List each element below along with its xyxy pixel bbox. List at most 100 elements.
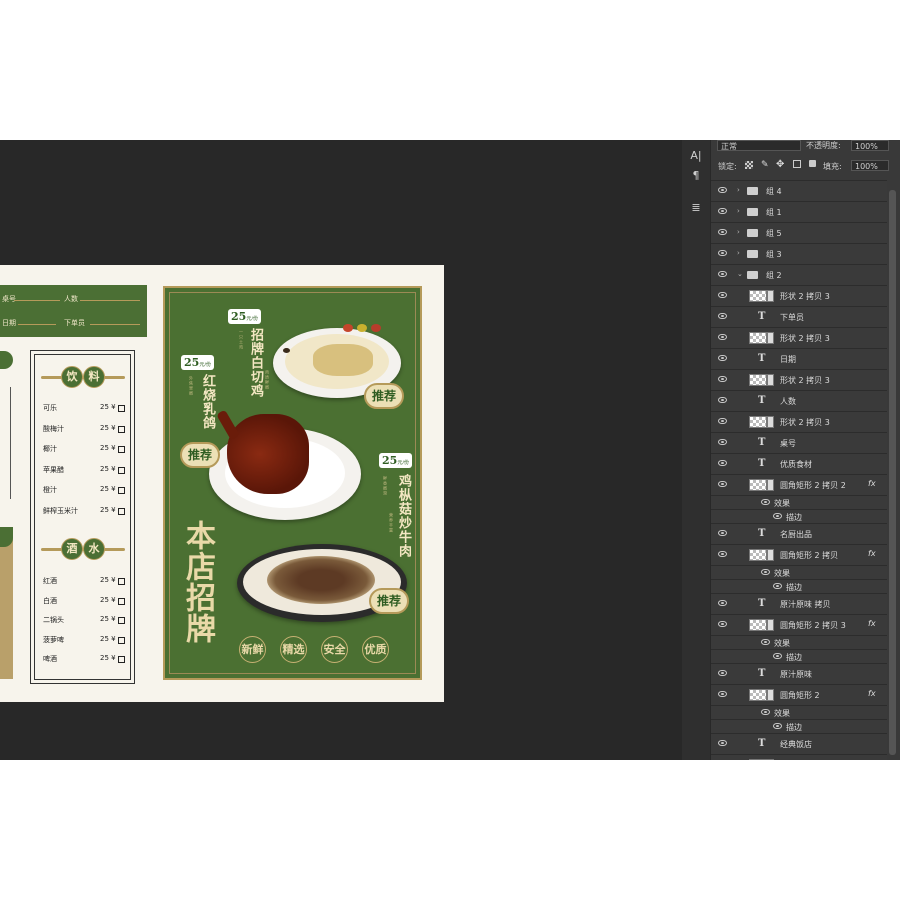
fx-icon[interactable]: fx	[868, 479, 876, 488]
layer-name: 优质食材	[780, 460, 812, 469]
fill-input[interactable]: 100%	[851, 160, 889, 171]
layer-row[interactable]: 圆角矩形 2 拷贝 2 fx	[711, 474, 887, 496]
effect-eye-icon[interactable]	[773, 513, 782, 519]
visibility-eye-icon[interactable]	[718, 271, 727, 277]
lock-all-icon[interactable]	[809, 160, 816, 167]
layer-row[interactable]: T 原汁原味 拷贝	[711, 593, 887, 615]
fx-icon[interactable]: fx	[868, 759, 876, 760]
effect-eye-icon[interactable]	[761, 709, 770, 715]
effect-eye-icon[interactable]	[761, 569, 770, 575]
visibility-eye-icon[interactable]	[718, 292, 727, 298]
blend-mode-select[interactable]: 正常	[717, 140, 801, 151]
chevron-right-icon[interactable]: ›	[737, 186, 740, 194]
text-layer-icon: T	[758, 437, 766, 448]
fx-icon[interactable]: fx	[868, 549, 876, 558]
layer-name: 经典饭店	[780, 740, 812, 749]
visibility-eye-icon[interactable]	[718, 600, 727, 606]
visibility-eye-icon[interactable]	[718, 530, 727, 536]
layer-row[interactable]: T 经典饭店	[711, 733, 887, 755]
visibility-eye-icon[interactable]	[718, 334, 727, 340]
lock-label: 锁定:	[718, 162, 737, 171]
visibility-eye-icon[interactable]	[718, 250, 727, 256]
character-icon[interactable]: A|	[688, 148, 704, 164]
layer-row[interactable]: 描边	[711, 579, 887, 594]
drink-price: 25 ¥	[100, 444, 116, 452]
effect-eye-icon[interactable]	[761, 499, 770, 505]
visibility-eye-icon[interactable]	[718, 460, 727, 466]
visibility-eye-icon[interactable]	[718, 418, 727, 424]
layer-row[interactable]: T 原汁原味	[711, 663, 887, 685]
chicken	[313, 344, 373, 376]
visibility-eye-icon[interactable]	[718, 397, 727, 403]
layers-scrollbar[interactable]	[889, 190, 896, 755]
layer-row[interactable]: T 名厨出品	[711, 523, 887, 545]
layer-row[interactable]: 效果	[711, 495, 887, 510]
visibility-eye-icon[interactable]	[718, 621, 727, 627]
visibility-eye-icon[interactable]	[718, 740, 727, 746]
chevron-right-icon[interactable]: ›	[737, 228, 740, 236]
visibility-eye-icon[interactable]	[718, 376, 727, 382]
layer-row[interactable]: 描边	[711, 649, 887, 664]
layer-row[interactable]: 形状 2 拷贝 3	[711, 411, 887, 433]
layer-row[interactable]: 形状 2 拷贝 3	[711, 327, 887, 349]
layer-row[interactable]: 圆角矩形 2 拷贝 3 fx	[711, 614, 887, 636]
order-checkbox	[118, 466, 125, 474]
layer-row[interactable]: 圆角矩形 2 fx	[711, 684, 887, 706]
visibility-eye-icon[interactable]	[718, 670, 727, 676]
visibility-eye-icon[interactable]	[718, 551, 727, 557]
paragraph-icon[interactable]: ¶	[688, 168, 704, 184]
fx-icon[interactable]: fx	[868, 689, 876, 698]
layer-row[interactable]: 效果	[711, 705, 887, 720]
visibility-eye-icon[interactable]	[718, 313, 727, 319]
visibility-eye-icon[interactable]	[718, 229, 727, 235]
layer-row[interactable]: › 组 3	[711, 243, 887, 265]
layer-row[interactable]: T 日期	[711, 348, 887, 370]
layer-row[interactable]: 椭圆 2 拷贝 3fx	[711, 754, 887, 760]
visibility-eye-icon[interactable]	[718, 355, 727, 361]
chevron-right-icon[interactable]: ›	[737, 207, 740, 215]
visibility-eye-icon[interactable]	[718, 691, 727, 697]
layer-row[interactable]: 效果	[711, 635, 887, 650]
chevron-down-icon[interactable]: ⌄	[737, 270, 743, 278]
effect-eye-icon[interactable]	[773, 723, 782, 729]
effect-eye-icon[interactable]	[773, 653, 782, 659]
layer-row[interactable]: 形状 2 拷贝 3	[711, 285, 887, 307]
layer-row[interactable]: ⌄ 组 2	[711, 264, 887, 286]
layer-row[interactable]: › 组 5	[711, 222, 887, 244]
layer-row[interactable]: T 优质食材	[711, 453, 887, 475]
drink-price: 25 ¥	[100, 423, 116, 432]
layer-name: 圆角矩形 2 拷贝 2	[780, 481, 846, 490]
layer-name: 形状 2 拷贝 3	[780, 334, 830, 343]
layer-row[interactable]: 圆角矩形 2 拷贝 fx	[711, 544, 887, 566]
lock-transparent-icon[interactable]	[745, 161, 753, 169]
visibility-eye-icon[interactable]	[718, 208, 727, 214]
layer-row[interactable]: › 组 4	[711, 180, 887, 202]
layer-row[interactable]: 形状 2 拷贝 3	[711, 369, 887, 391]
lock-artboard-icon[interactable]	[793, 160, 801, 168]
effect-eye-icon[interactable]	[773, 583, 782, 589]
visibility-eye-icon[interactable]	[718, 439, 727, 445]
divider	[90, 324, 140, 325]
properties-icon[interactable]: ≣	[688, 200, 704, 216]
layer-row[interactable]: 描边	[711, 719, 887, 734]
drink-menu-item: 椰汁 25 ¥	[43, 444, 129, 456]
document-artboard[interactable]: 桌号 人数 日期 下单员 饮 料 可乐 25 ¥ 酸梅汁 25 ¥ 椰汁 25 …	[0, 265, 444, 702]
layer-row[interactable]: T 下单员	[711, 306, 887, 328]
layer-row[interactable]: 描边	[711, 509, 887, 524]
visibility-eye-icon[interactable]	[718, 187, 727, 193]
drink-price: 25 ¥	[100, 595, 116, 604]
lock-pixels-icon[interactable]: ✎	[761, 160, 769, 170]
fx-icon[interactable]: fx	[868, 619, 876, 628]
opacity-input[interactable]: 100%	[851, 140, 889, 151]
layer-row[interactable]: T 人数	[711, 390, 887, 412]
layer-name: 桌号	[780, 439, 796, 448]
table-number-label: 桌号	[2, 295, 16, 303]
lock-position-icon[interactable]: ✥	[776, 159, 784, 170]
layer-row[interactable]: T 桌号	[711, 432, 887, 454]
canvas-area[interactable]: 桌号 人数 日期 下单员 饮 料 可乐 25 ¥ 酸梅汁 25 ¥ 椰汁 25 …	[0, 140, 668, 760]
layer-row[interactable]: › 组 1	[711, 201, 887, 223]
visibility-eye-icon[interactable]	[718, 481, 727, 487]
chevron-right-icon[interactable]: ›	[737, 249, 740, 257]
effect-eye-icon[interactable]	[761, 639, 770, 645]
layer-row[interactable]: 效果	[711, 565, 887, 580]
